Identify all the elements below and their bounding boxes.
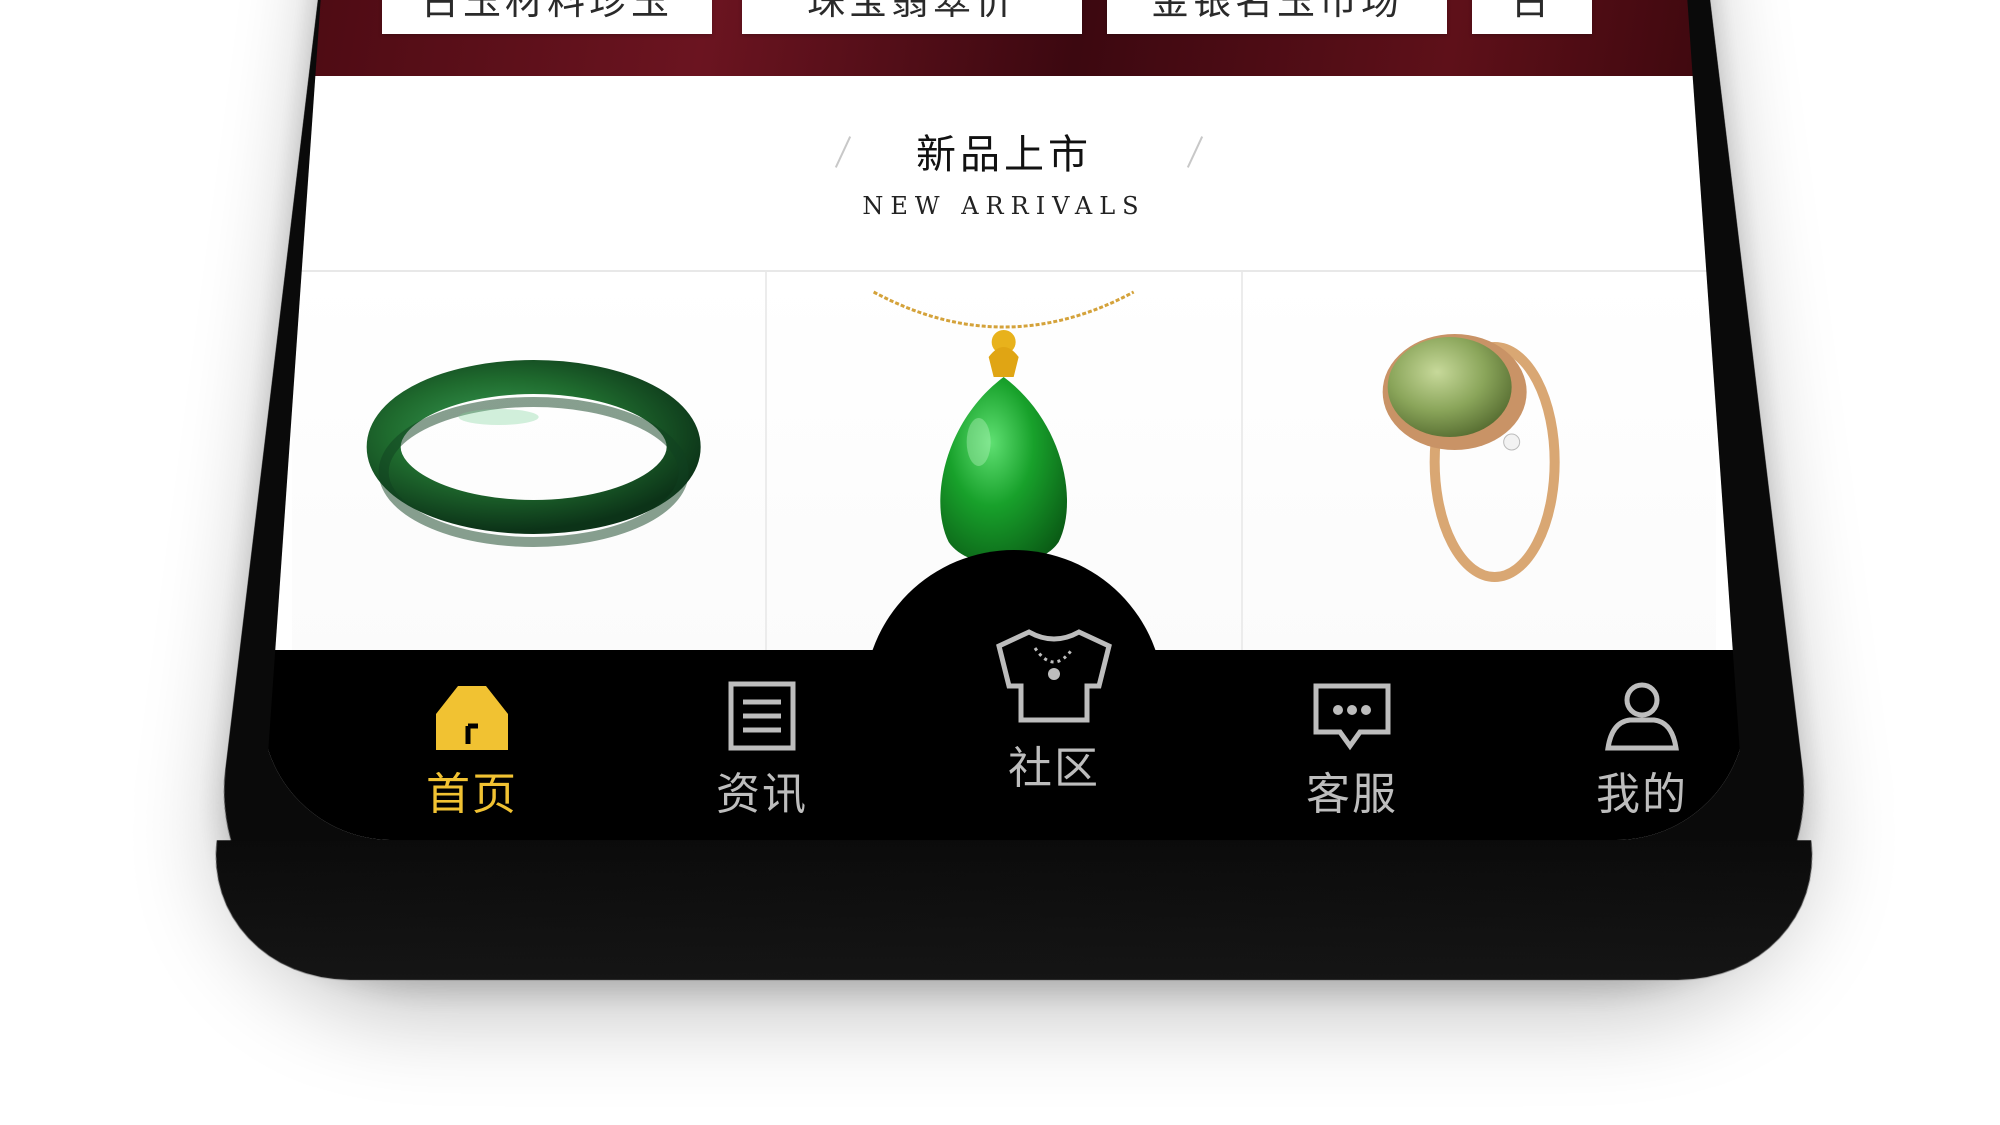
app-screen: 古玉材料珍玉 珠宝翡翠价 金银名玉市场 古 新品上市 NEW ARRIVALS <box>262 0 1746 840</box>
tab-news[interactable]: 资讯 <box>662 680 862 822</box>
tab-home[interactable]: 首页 <box>372 680 572 822</box>
jade-ring-image <box>1382 334 1560 582</box>
tab-label: 社区 <box>1008 743 1100 794</box>
category-card-label: 古 <box>1510 0 1553 23</box>
category-card-label: 珠宝翡翠价 <box>806 0 1017 23</box>
chat-icon <box>1313 683 1391 751</box>
tab-profile[interactable]: 我的 <box>1542 680 1742 822</box>
tab-label: 我的 <box>1596 769 1688 820</box>
section-title: 新品上市 <box>916 132 1092 178</box>
tab-service[interactable]: 客服 <box>1252 680 1452 822</box>
community-icon <box>996 629 1112 723</box>
tab-label: 资讯 <box>716 769 808 820</box>
section-subtitle: NEW ARRIVALS <box>862 192 1146 220</box>
profile-icon <box>1605 682 1679 751</box>
tab-community[interactable]: 社区 <box>954 626 1154 796</box>
news-icon <box>728 681 796 751</box>
category-card[interactable]: 珠宝翡翠价 <box>742 0 1082 34</box>
jade-bangle-image <box>366 360 701 547</box>
category-card[interactable]: 金银名玉市场 <box>1107 0 1447 34</box>
category-card[interactable]: 古 <box>1472 0 1592 34</box>
tab-label: 首页 <box>426 769 518 820</box>
category-card-label: 金银名玉市场 <box>1150 0 1403 23</box>
new-arrivals-header: 新品上市 NEW ARRIVALS <box>262 122 1746 220</box>
category-banner: 古玉材料珍玉 珠宝翡翠价 金银名玉市场 古 <box>262 0 1746 76</box>
category-card-label: 古玉材料珍玉 <box>420 0 673 23</box>
home-icon <box>436 686 508 750</box>
product-card-bangle[interactable] <box>292 272 768 662</box>
category-card[interactable]: 古玉材料珍玉 <box>382 0 712 34</box>
product-card-ring[interactable] <box>1242 272 1716 662</box>
tab-label: 客服 <box>1306 769 1398 820</box>
